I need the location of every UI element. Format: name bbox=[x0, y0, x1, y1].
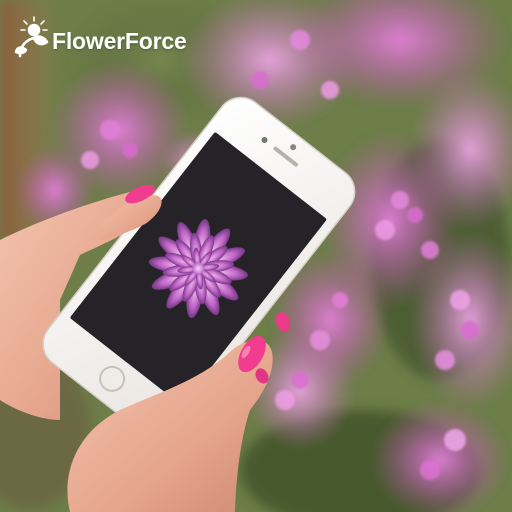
background-photo bbox=[0, 0, 512, 512]
photo-scene: FlowerForce bbox=[0, 0, 512, 512]
brand-name: FlowerForce bbox=[52, 27, 187, 54]
flower-sprout-icon bbox=[14, 16, 49, 58]
brand-logo: FlowerForce bbox=[14, 14, 187, 62]
